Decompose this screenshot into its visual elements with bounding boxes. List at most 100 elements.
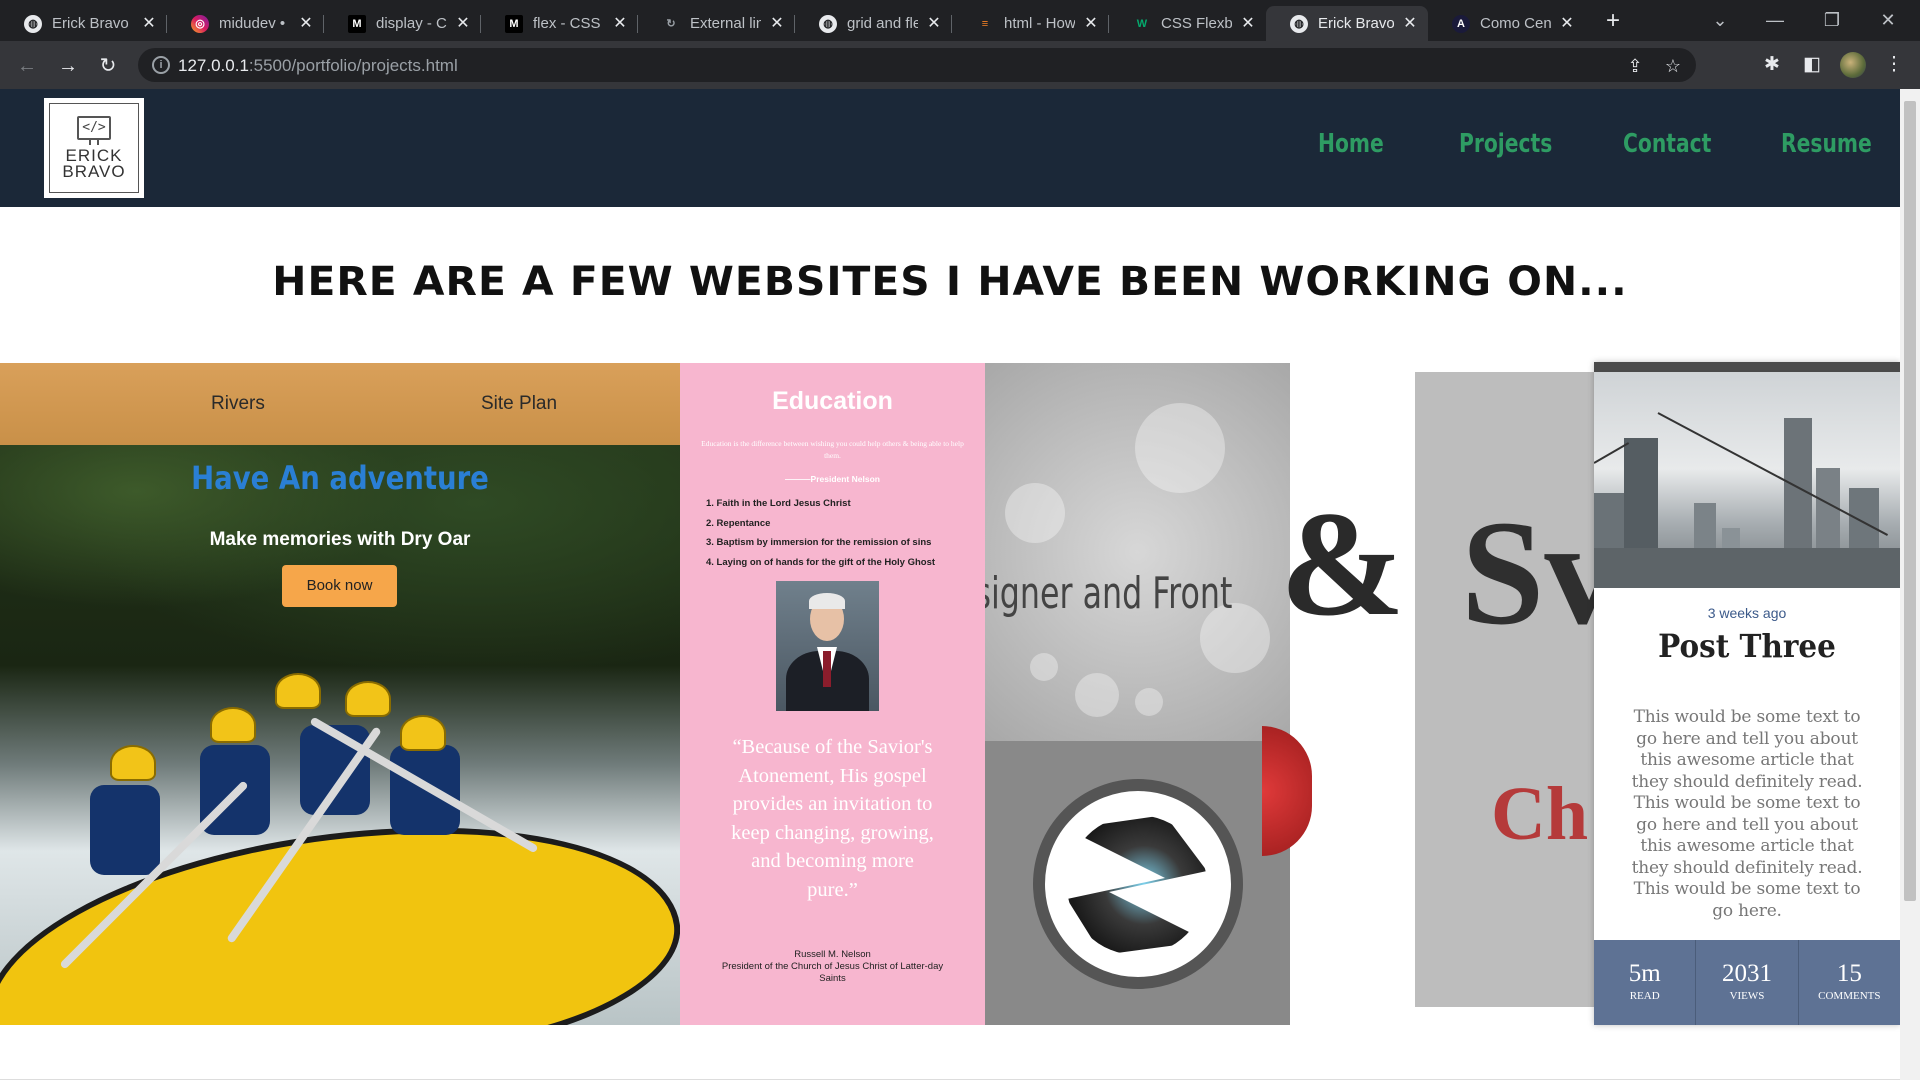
rafting-nav: Rivers Site Plan xyxy=(0,363,680,445)
helmet xyxy=(110,745,156,781)
share-icon[interactable]: ⇪ xyxy=(1624,55,1646,77)
close-icon[interactable]: ✕ xyxy=(612,15,628,32)
river xyxy=(1594,548,1900,588)
bokeh-circle xyxy=(1030,653,1058,681)
tab-html-how[interactable]: ≡ html - How ✕ xyxy=(952,6,1109,41)
mdn-icon: M xyxy=(505,14,523,33)
stat-views: 2031 VIEWS xyxy=(1696,940,1799,1025)
list-item: 3. Baptism by immersion for the remissio… xyxy=(706,537,932,548)
profile-avatar[interactable] xyxy=(1840,52,1866,78)
tab-erick-bravo-active[interactable]: ◍ Erick Bravo ✕ xyxy=(1266,6,1428,41)
bokeh-circle xyxy=(1135,403,1225,493)
page-heading: HERE ARE A FEW WEBSITES I HAVE BEEN WORK… xyxy=(272,259,1628,305)
close-window-button[interactable]: ✕ xyxy=(1868,6,1908,34)
bridge-cable xyxy=(1657,412,1889,536)
reload-button[interactable]: ↻ xyxy=(95,53,121,79)
stat-label: VIEWS xyxy=(1729,990,1765,1002)
logo-frame: </> ERICK BRAVO xyxy=(49,103,139,193)
close-icon[interactable]: ✕ xyxy=(769,15,785,32)
new-tab-button[interactable]: + xyxy=(1600,8,1626,34)
nav-projects[interactable]: Projects xyxy=(1459,129,1552,159)
close-icon[interactable]: ✕ xyxy=(141,15,157,32)
url-text: 127.0.0.1:5500/portfolio/projects.html xyxy=(178,56,458,76)
scrollbar-thumb[interactable] xyxy=(1904,101,1916,901)
project-card-designer[interactable]: esigner and Front xyxy=(985,363,1290,741)
back-button[interactable]: ← xyxy=(14,53,40,79)
rafting-nav-site-plan[interactable]: Site Plan xyxy=(481,393,557,415)
rafting-subtitle: Make memories with Dry Oar xyxy=(209,529,471,550)
list-item: 4. Laying on of hands for the gift of th… xyxy=(706,556,936,568)
education-quote: “Because of the Savior's Atonement, His … xyxy=(731,736,934,901)
tab-css-flexbox[interactable]: W CSS Flexbox ✕ xyxy=(1109,6,1266,41)
tab-display-css[interactable]: M display - CS ✕ xyxy=(324,6,481,41)
sv-big-text: Sv xyxy=(1461,490,1595,656)
bokeh-circle xyxy=(1135,688,1163,716)
stat-value: 5m xyxy=(1628,960,1661,987)
minimize-button[interactable]: — xyxy=(1755,6,1795,34)
browser-toolbar: ← → ↻ i 127.0.0.1:5500/portfolio/project… xyxy=(0,41,1920,89)
close-icon[interactable]: ✕ xyxy=(298,15,314,32)
attribution-name: Russell M. Nelson xyxy=(794,949,871,960)
tab-flex-css[interactable]: M flex - CSS | I ✕ xyxy=(481,6,638,41)
close-icon[interactable]: ✕ xyxy=(1559,15,1575,32)
close-icon[interactable]: ✕ xyxy=(1240,15,1256,32)
list-item: 2. Repentance xyxy=(706,517,771,529)
tab-midudev[interactable]: ◎ midudev • I ✕ xyxy=(167,6,324,41)
tab-search-icon[interactable]: ⌄ xyxy=(1700,6,1740,34)
project-card-rafting[interactable]: Rivers Site Plan Have An adventure Make … xyxy=(0,363,680,1025)
menu-icon[interactable]: ⋮ xyxy=(1882,53,1906,77)
monitor-icon: </> xyxy=(77,116,111,140)
book-now-button[interactable]: Book now xyxy=(282,565,397,607)
stackoverflow-icon: ≡ xyxy=(981,17,989,30)
loading-icon: ↻ xyxy=(666,18,676,30)
nav-contact[interactable]: Contact xyxy=(1623,129,1711,159)
globe-icon: ◍ xyxy=(819,14,837,33)
nav-home[interactable]: Home xyxy=(1318,129,1384,159)
stat-label: COMMENTS xyxy=(1818,990,1881,1002)
rafting-nav-rivers[interactable]: Rivers xyxy=(211,393,265,415)
project-card-education[interactable]: Education Education is the difference be… xyxy=(680,363,985,1025)
star-icon[interactable]: ☆ xyxy=(1662,55,1684,77)
tab-como-centrar[interactable]: A Como Cent ✕ xyxy=(1428,6,1585,41)
page-scrollbar[interactable] xyxy=(1900,89,1920,1080)
project-card-logo[interactable] xyxy=(985,741,1290,1025)
project-card-post[interactable]: 3 weeks ago Post Three This would be som… xyxy=(1594,362,1900,1025)
portrait-tie xyxy=(823,651,831,687)
rafting-title: Have An adventure xyxy=(191,459,489,497)
close-icon[interactable]: ✕ xyxy=(926,15,942,32)
helmet xyxy=(400,715,446,751)
education-list: 1. Faith in the Lord Jesus Christ 2. Rep… xyxy=(706,498,976,576)
portrait-image xyxy=(776,581,879,711)
post-stats: 5m READ 2031 VIEWS 15 COMMENTS xyxy=(1594,940,1900,1025)
w3schools-icon: W xyxy=(1136,17,1148,30)
stat-comments: 15 COMMENTS xyxy=(1799,940,1900,1025)
forward-button[interactable]: → xyxy=(55,53,81,79)
close-icon[interactable]: ✕ xyxy=(1083,15,1099,32)
restore-button[interactable]: ❐ xyxy=(1812,6,1852,34)
close-icon[interactable]: ✕ xyxy=(1402,15,1418,32)
tab-erick-bravo[interactable]: ◍ Erick Bravo ✕ xyxy=(0,6,167,41)
info-icon[interactable]: i xyxy=(152,56,170,74)
address-bar[interactable]: i 127.0.0.1:5500/portfolio/projects.html… xyxy=(138,48,1696,82)
rafter-vest xyxy=(90,785,160,875)
helmet xyxy=(210,707,256,743)
close-icon[interactable]: ✕ xyxy=(455,15,471,32)
ampersand-text: & xyxy=(1280,481,1405,647)
extensions-icon[interactable]: ✱ xyxy=(1760,53,1784,77)
globe-icon: ◍ xyxy=(24,14,42,33)
education-intro: Education is the difference between wish… xyxy=(701,439,964,460)
tab-external-link[interactable]: ↻ External link ✕ xyxy=(638,6,795,41)
monitor-stand xyxy=(89,140,99,145)
site-logo[interactable]: </> ERICK BRAVO xyxy=(44,98,144,198)
mdn-icon: M xyxy=(348,14,366,33)
tab-strip: ◍ Erick Bravo ✕ ◎ midudev • I ✕ M displa… xyxy=(0,0,1920,41)
sv-red-text: Ch xyxy=(1491,772,1589,856)
url-path: :5500/portfolio/projects.html xyxy=(248,56,458,75)
stat-label: READ xyxy=(1629,990,1660,1002)
list-item: 1. Faith in the Lord Jesus Christ xyxy=(706,498,851,509)
side-panel-icon[interactable]: ◧ xyxy=(1800,53,1824,77)
tab-grid-flex[interactable]: ◍ grid and fle ✕ xyxy=(795,6,952,41)
project-card-sv[interactable]: Sv Ch xyxy=(1415,372,1595,1007)
nav-resume[interactable]: Resume xyxy=(1781,129,1872,159)
url-host: 127.0.0.1 xyxy=(178,56,249,75)
